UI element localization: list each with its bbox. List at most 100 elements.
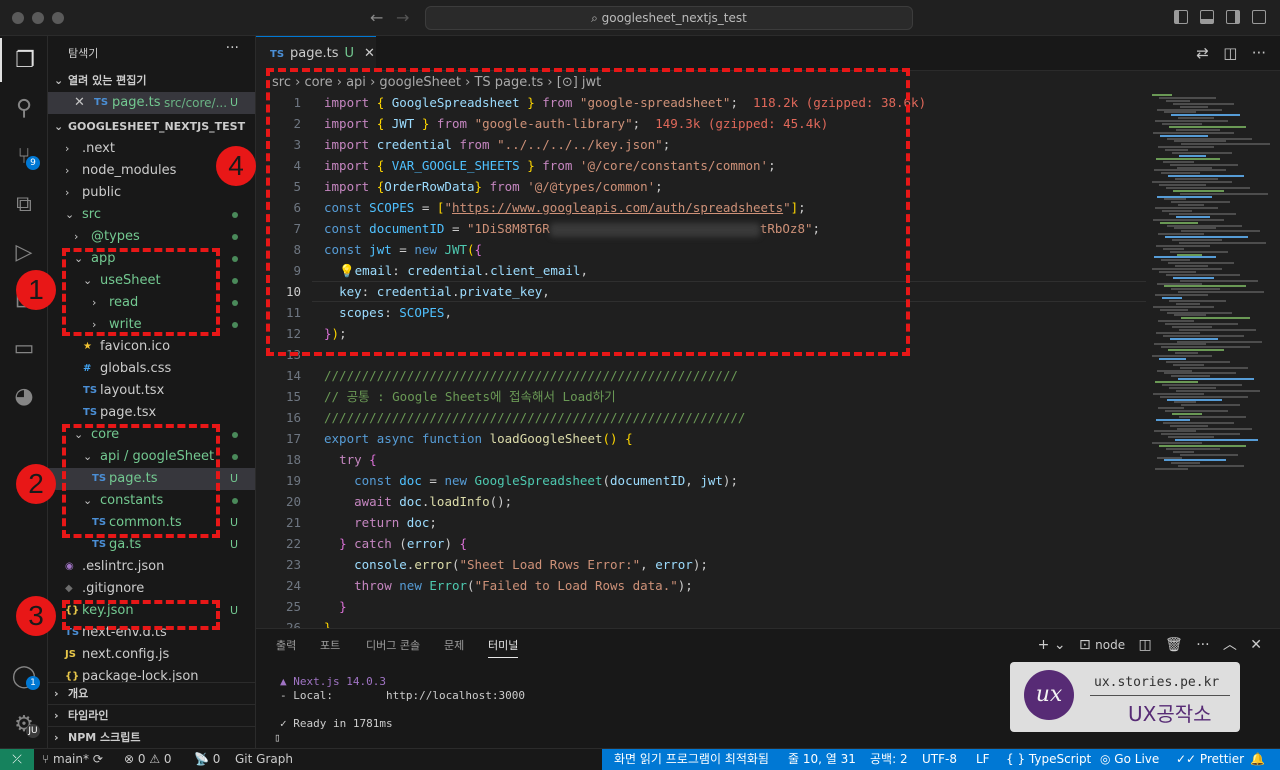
bell-icon[interactable]: 🔔	[1250, 749, 1265, 770]
compare-changes-icon[interactable]: ⇄	[1196, 44, 1209, 62]
git-graph-button[interactable]: Git Graph	[235, 749, 293, 770]
minimap-line	[1156, 157, 1220, 160]
remote-indicator[interactable]: ⤫	[0, 749, 34, 770]
go-live-button[interactable]: ◎ Go Live	[1100, 749, 1159, 770]
tree-item[interactable]: ★ favicon.ico	[48, 336, 255, 358]
tab-page-ts[interactable]: TS page.ts U ✕	[256, 36, 376, 71]
npm-scripts-section[interactable]: › NPM 스크립트	[48, 726, 255, 748]
minimap-line	[1174, 314, 1206, 317]
new-terminal-icon[interactable]: + ⌄	[1038, 637, 1066, 653]
tree-item[interactable]: TS layout.tsx	[48, 380, 255, 402]
screen-reader-indicator[interactable]: 화면 읽기 프로그램이 최적화됨	[614, 749, 769, 770]
minimap-line	[1157, 456, 1182, 459]
minimap-line	[1164, 285, 1246, 288]
open-editors-section[interactable]: ⌄ 열려 있는 편집기	[48, 70, 255, 92]
tab-terminal[interactable]: 터미널	[488, 637, 519, 658]
project-section[interactable]: ⌄ GOOGLESHEET_NEXTJS_TEST	[48, 116, 255, 138]
palette-icon[interactable]: ◕	[0, 374, 48, 418]
minimap-line	[1152, 94, 1172, 96]
prettier-indicator[interactable]: ✓✓ Prettier	[1176, 749, 1244, 770]
tab-ports[interactable]: 포트	[320, 637, 340, 653]
minimap-line	[1177, 253, 1202, 256]
tree-item[interactable]: › @types	[48, 226, 255, 248]
close-tab-icon[interactable]: ✕	[364, 46, 375, 61]
toggle-sidebar-icon[interactable]	[1174, 10, 1188, 24]
tree-item[interactable]: ◆ .gitignore	[48, 578, 255, 600]
tab-output[interactable]: 출력	[276, 637, 296, 653]
branch-indicator[interactable]: ⑂ main* ⟳	[42, 749, 103, 770]
terminal-cursor[interactable]: ▯	[274, 731, 281, 744]
forward-arrow-icon[interactable]: →	[396, 8, 409, 27]
minimap-line	[1160, 134, 1208, 137]
code-line: return doc;	[354, 515, 437, 530]
terminal-line: ✓ Ready in 1781ms	[280, 717, 393, 730]
code-line: const doc = new GoogleSpreadsheet(docume…	[354, 473, 738, 488]
activity-bar: ❐ ⚲ ⑂9 ⧉ ▷ ⊞ ▭ ◕ ◯1 ⚙JU	[0, 36, 48, 748]
tree-item[interactable]: JS next.config.js	[48, 644, 255, 666]
minimize-window-button[interactable]	[32, 12, 44, 24]
customize-layout-icon[interactable]	[1252, 10, 1266, 24]
tree-item[interactable]: ◉ .eslintrc.json	[48, 556, 255, 578]
tree-item[interactable]: › public	[48, 182, 255, 204]
minimap-line	[1175, 178, 1218, 181]
trash-icon[interactable]: 🗑	[1165, 637, 1183, 653]
tab-debug-console[interactable]: 디버그 콘솔	[366, 637, 420, 653]
minimap-line	[1173, 276, 1214, 279]
tree-item[interactable]: TS page.tsx	[48, 402, 255, 424]
minimap-line	[1171, 288, 1220, 291]
problems-indicator[interactable]: ⊗ 0 ⚠ 0	[124, 749, 172, 770]
back-arrow-icon[interactable]: ←	[370, 8, 383, 27]
minimap-line	[1160, 395, 1248, 398]
split-terminal-icon[interactable]: ◫	[1138, 637, 1151, 653]
close-window-button[interactable]	[12, 12, 24, 24]
git-graph-icon[interactable]: ⧉	[0, 182, 48, 226]
minimap-line	[1158, 407, 1184, 410]
command-center-search[interactable]: ⌕ googlesheet_nextjs_test	[425, 6, 913, 30]
cursor-position[interactable]: 줄 10, 열 31	[788, 749, 856, 770]
toggle-secondary-sidebar-icon[interactable]	[1226, 10, 1240, 24]
open-editor-item[interactable]: ✕ TS page.ts src/core/... U	[48, 92, 255, 114]
minimap-line	[1154, 430, 1196, 433]
line-number: 16	[285, 410, 301, 425]
tree-item[interactable]: ⌄ src	[48, 204, 255, 226]
more-actions-icon[interactable]: ···	[1252, 44, 1266, 62]
minimap[interactable]	[1146, 92, 1270, 628]
line-number: 25	[285, 599, 301, 614]
minimap-line	[1164, 372, 1236, 375]
minimap-line	[1156, 244, 1210, 247]
outline-section[interactable]: › 개요	[48, 682, 255, 704]
manage-gear-icon[interactable]: ⚙ JU	[0, 702, 48, 746]
panel-actions: + ⌄ ⊡ node ◫ 🗑 ··· ︿ ✕	[1038, 634, 1262, 654]
tree-item-label: favicon.ico	[100, 339, 171, 354]
more-actions-icon[interactable]: ···	[226, 40, 239, 56]
split-editor-icon[interactable]: ◫	[1223, 44, 1237, 62]
minimap-line	[1177, 340, 1262, 343]
indentation[interactable]: 공백: 2	[870, 749, 908, 770]
annotation-box-4	[266, 68, 910, 356]
minimap-line	[1158, 320, 1194, 323]
encoding[interactable]: UTF-8	[922, 749, 957, 770]
maximize-window-button[interactable]	[52, 12, 64, 24]
source-control-icon[interactable]: ⑂ 9	[0, 134, 48, 178]
toggle-panel-icon[interactable]	[1200, 10, 1214, 24]
end-of-line[interactable]: LF	[976, 749, 990, 770]
folder-icon[interactable]: ▭	[0, 326, 48, 370]
terminal-shell-name[interactable]: node	[1095, 638, 1125, 652]
more-actions-icon[interactable]: ···	[1196, 637, 1209, 653]
maximize-panel-icon[interactable]: ︿	[1223, 637, 1237, 653]
tree-item[interactable]: # globals.css	[48, 358, 255, 380]
minimap-line	[1180, 366, 1248, 369]
tree-item-label: page.tsx	[100, 405, 157, 420]
explorer-icon[interactable]: ❐	[0, 38, 48, 82]
run-debug-icon[interactable]: ▷	[0, 230, 48, 274]
minimap-line	[1171, 201, 1230, 204]
minimap-line	[1159, 183, 1206, 186]
close-icon[interactable]: ✕	[74, 92, 85, 114]
tab-problems[interactable]: 문제	[444, 637, 464, 653]
language-mode[interactable]: { } TypeScript	[1006, 749, 1091, 770]
search-icon[interactable]: ⚲	[0, 86, 48, 130]
account-icon[interactable]: ◯ 1	[0, 654, 48, 698]
close-panel-icon[interactable]: ✕	[1250, 637, 1262, 653]
ports-indicator[interactable]: 📡 0	[194, 749, 220, 770]
timeline-section[interactable]: › 타임라인	[48, 704, 255, 726]
